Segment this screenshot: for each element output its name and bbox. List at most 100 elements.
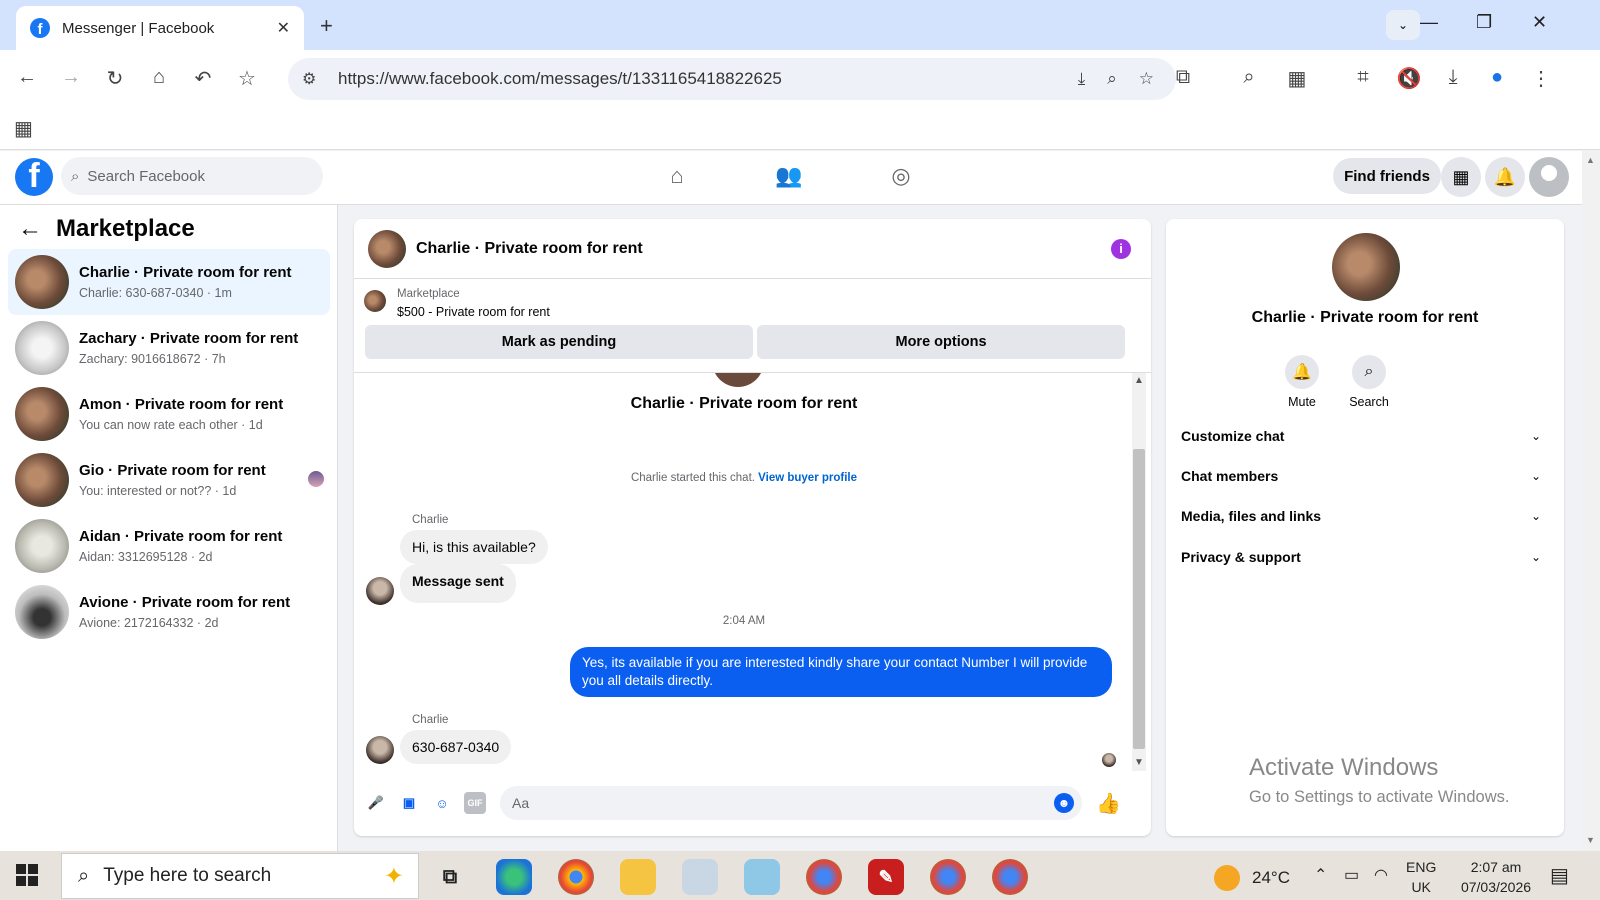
profile-photo[interactable] [1332,233,1400,301]
more-options-button[interactable]: More options [757,325,1125,359]
notifications-bell-icon[interactable]: 🔔 [1485,157,1525,197]
facebook-search-input[interactable] [87,167,288,185]
home-nav-icon[interactable]: ⌂ [662,163,692,189]
language-indicator[interactable]: ENG UK [1406,857,1436,897]
message-input[interactable] [512,795,1054,811]
back-icon[interactable]: ← [14,66,40,89]
chat-scrollbar[interactable]: ▲ ▼ [1132,373,1146,771]
account-avatar[interactable] [1529,157,1569,197]
notifications-icon[interactable]: ▤ [1550,863,1569,888]
close-tab-icon[interactable]: ✕ [277,18,290,38]
conversation-item[interactable]: Gio · Private room for rent You: interes… [8,447,330,513]
bookmark-page-icon[interactable]: ☆ [1139,69,1154,89]
install-app-icon[interactable]: ⤓ [1078,69,1086,89]
windows-start-icon[interactable] [16,864,38,886]
conversation-item[interactable]: Aidan · Private room for rent Aidan: 331… [8,513,330,579]
emoji-icon[interactable]: ☻ [1054,793,1074,813]
customize-chat-section[interactable]: Customize chat ⌄ [1181,416,1549,456]
microphone-icon[interactable]: 🎤 [365,792,387,814]
task-view-icon[interactable]: ⧉ [432,859,468,895]
facebook-search[interactable]: ⌕ [61,157,323,195]
chrome-icon[interactable] [558,859,594,895]
thumbs-up-icon[interactable]: 👍 [1096,791,1121,816]
bookmark-star-icon[interactable]: ☆ [234,66,260,91]
extensions-icon[interactable]: ⧉ [1170,66,1196,89]
notes-app-icon[interactable] [744,859,780,895]
conversation-item[interactable]: Avione · Private room for rent Avione: 2… [8,579,330,645]
media-files-links-section[interactable]: Media, files and links ⌄ [1181,496,1549,536]
scroll-down-icon[interactable]: ▼ [1134,757,1144,768]
taskbar-search[interactable]: ⌕ ✦ [61,853,419,899]
scrollbar-thumb[interactable] [1133,449,1145,749]
window-close-icon[interactable]: ✕ [1532,12,1547,33]
back-arrow-icon[interactable]: ← [18,215,42,243]
menu-icon[interactable]: ⋮ [1528,66,1554,91]
search-icon[interactable]: ⌕ [1352,355,1386,389]
outgoing-message-bubble[interactable]: Yes, its available if you are interested… [570,647,1112,697]
friends-nav-icon[interactable]: 👥 [774,163,804,189]
undo-icon[interactable]: ↶ [190,66,216,91]
listing-thumbnail[interactable] [364,290,386,312]
muted-speaker-icon[interactable]: 🔇 [1396,66,1422,91]
conversation-item[interactable]: Zachary · Private room for rent Zachary:… [8,315,330,381]
apps-grid-icon[interactable]: ▦ [14,116,33,141]
restore-icon[interactable]: ❐ [1476,12,1492,33]
photo-icon[interactable]: ▣ [398,792,420,814]
facebook-logo-icon[interactable]: f [15,158,53,196]
chat-title[interactable]: Charlie · Private room for rent [416,240,1111,258]
sender-avatar[interactable] [366,736,394,764]
site-settings-icon[interactable]: ⚙ [302,69,330,89]
message-input-box[interactable]: ☻ [500,786,1082,820]
wifi-icon[interactable]: ◠ [1374,865,1388,885]
chat-avatar[interactable] [368,229,406,268]
search-action[interactable]: ⌕ Search [1339,355,1399,409]
home-icon[interactable]: ⌂ [146,66,172,89]
conversation-item[interactable]: Amon · Private room for rent You can now… [8,381,330,447]
chevron-up-icon[interactable]: ⌃ [1314,865,1327,885]
info-icon[interactable]: i [1111,238,1131,259]
acrobat-reader-icon[interactable]: ✎ [868,859,904,895]
zoom-icon[interactable]: ⌕ [1107,69,1117,89]
reload-icon[interactable]: ↻ [102,66,128,91]
qr-code-icon[interactable]: ▦ [1284,66,1310,91]
minimize-icon[interactable]: — [1420,12,1438,33]
downloads-icon[interactable]: ⤓ [1440,66,1466,89]
forward-icon[interactable]: → [58,66,84,89]
chrome-profile-icon[interactable] [992,859,1028,895]
page-scrollbar[interactable]: ▲ ▼ [1582,151,1600,851]
photos-app-icon[interactable] [682,859,718,895]
message-bubble[interactable]: Hi, is this available? [400,530,548,564]
find-friends-button[interactable]: Find friends [1333,158,1441,194]
edge-browser-icon[interactable] [496,859,532,895]
battery-icon[interactable]: ▭ [1344,865,1359,885]
taskbar-search-input[interactable] [103,865,324,887]
groups-nav-icon[interactable]: ◎ [886,163,916,189]
address-bar[interactable]: ⚙ https://www.facebook.com/messages/t/13… [288,58,1176,100]
scroll-up-icon[interactable]: ▲ [1134,375,1144,386]
scroll-down-icon[interactable]: ▼ [1586,835,1595,845]
search-icon[interactable]: ⌕ [1236,66,1262,89]
bell-icon[interactable]: 🔔 [1285,355,1319,389]
crop-icon[interactable]: ⌗ [1350,66,1376,89]
conversation-item[interactable]: Charlie · Private room for rent Charlie:… [8,249,330,315]
listing-price[interactable]: $500 - Private room for rent [397,305,550,319]
url-text[interactable]: https://www.facebook.com/messages/t/1331… [338,69,1078,89]
tab-search-icon[interactable]: ⌄ [1386,10,1420,40]
system-clock[interactable]: 2:07 am 07/03/2026 [1456,857,1536,897]
chat-members-section[interactable]: Chat members ⌄ [1181,456,1549,496]
new-tab-icon[interactable]: + [320,13,333,39]
chrome-profile-icon[interactable] [806,859,842,895]
message-bubble[interactable]: Message sent [400,564,516,603]
weather-widget[interactable]: 24°C [1214,865,1290,891]
view-buyer-profile-link[interactable]: View buyer profile [758,472,857,484]
mark-as-pending-button[interactable]: Mark as pending [365,325,753,359]
mute-action[interactable]: 🔔 Mute [1272,355,1332,409]
menu-grid-icon[interactable]: ▦ [1441,157,1481,197]
sender-avatar[interactable] [366,577,394,605]
privacy-support-section[interactable]: Privacy & support ⌄ [1181,537,1549,577]
file-explorer-icon[interactable] [620,859,656,895]
scroll-up-icon[interactable]: ▲ [1586,155,1595,165]
browser-tab[interactable]: f Messenger | Facebook ✕ [16,6,304,50]
gif-icon[interactable]: GIF [464,792,486,814]
message-bubble[interactable]: 630-687-0340 [400,730,512,764]
